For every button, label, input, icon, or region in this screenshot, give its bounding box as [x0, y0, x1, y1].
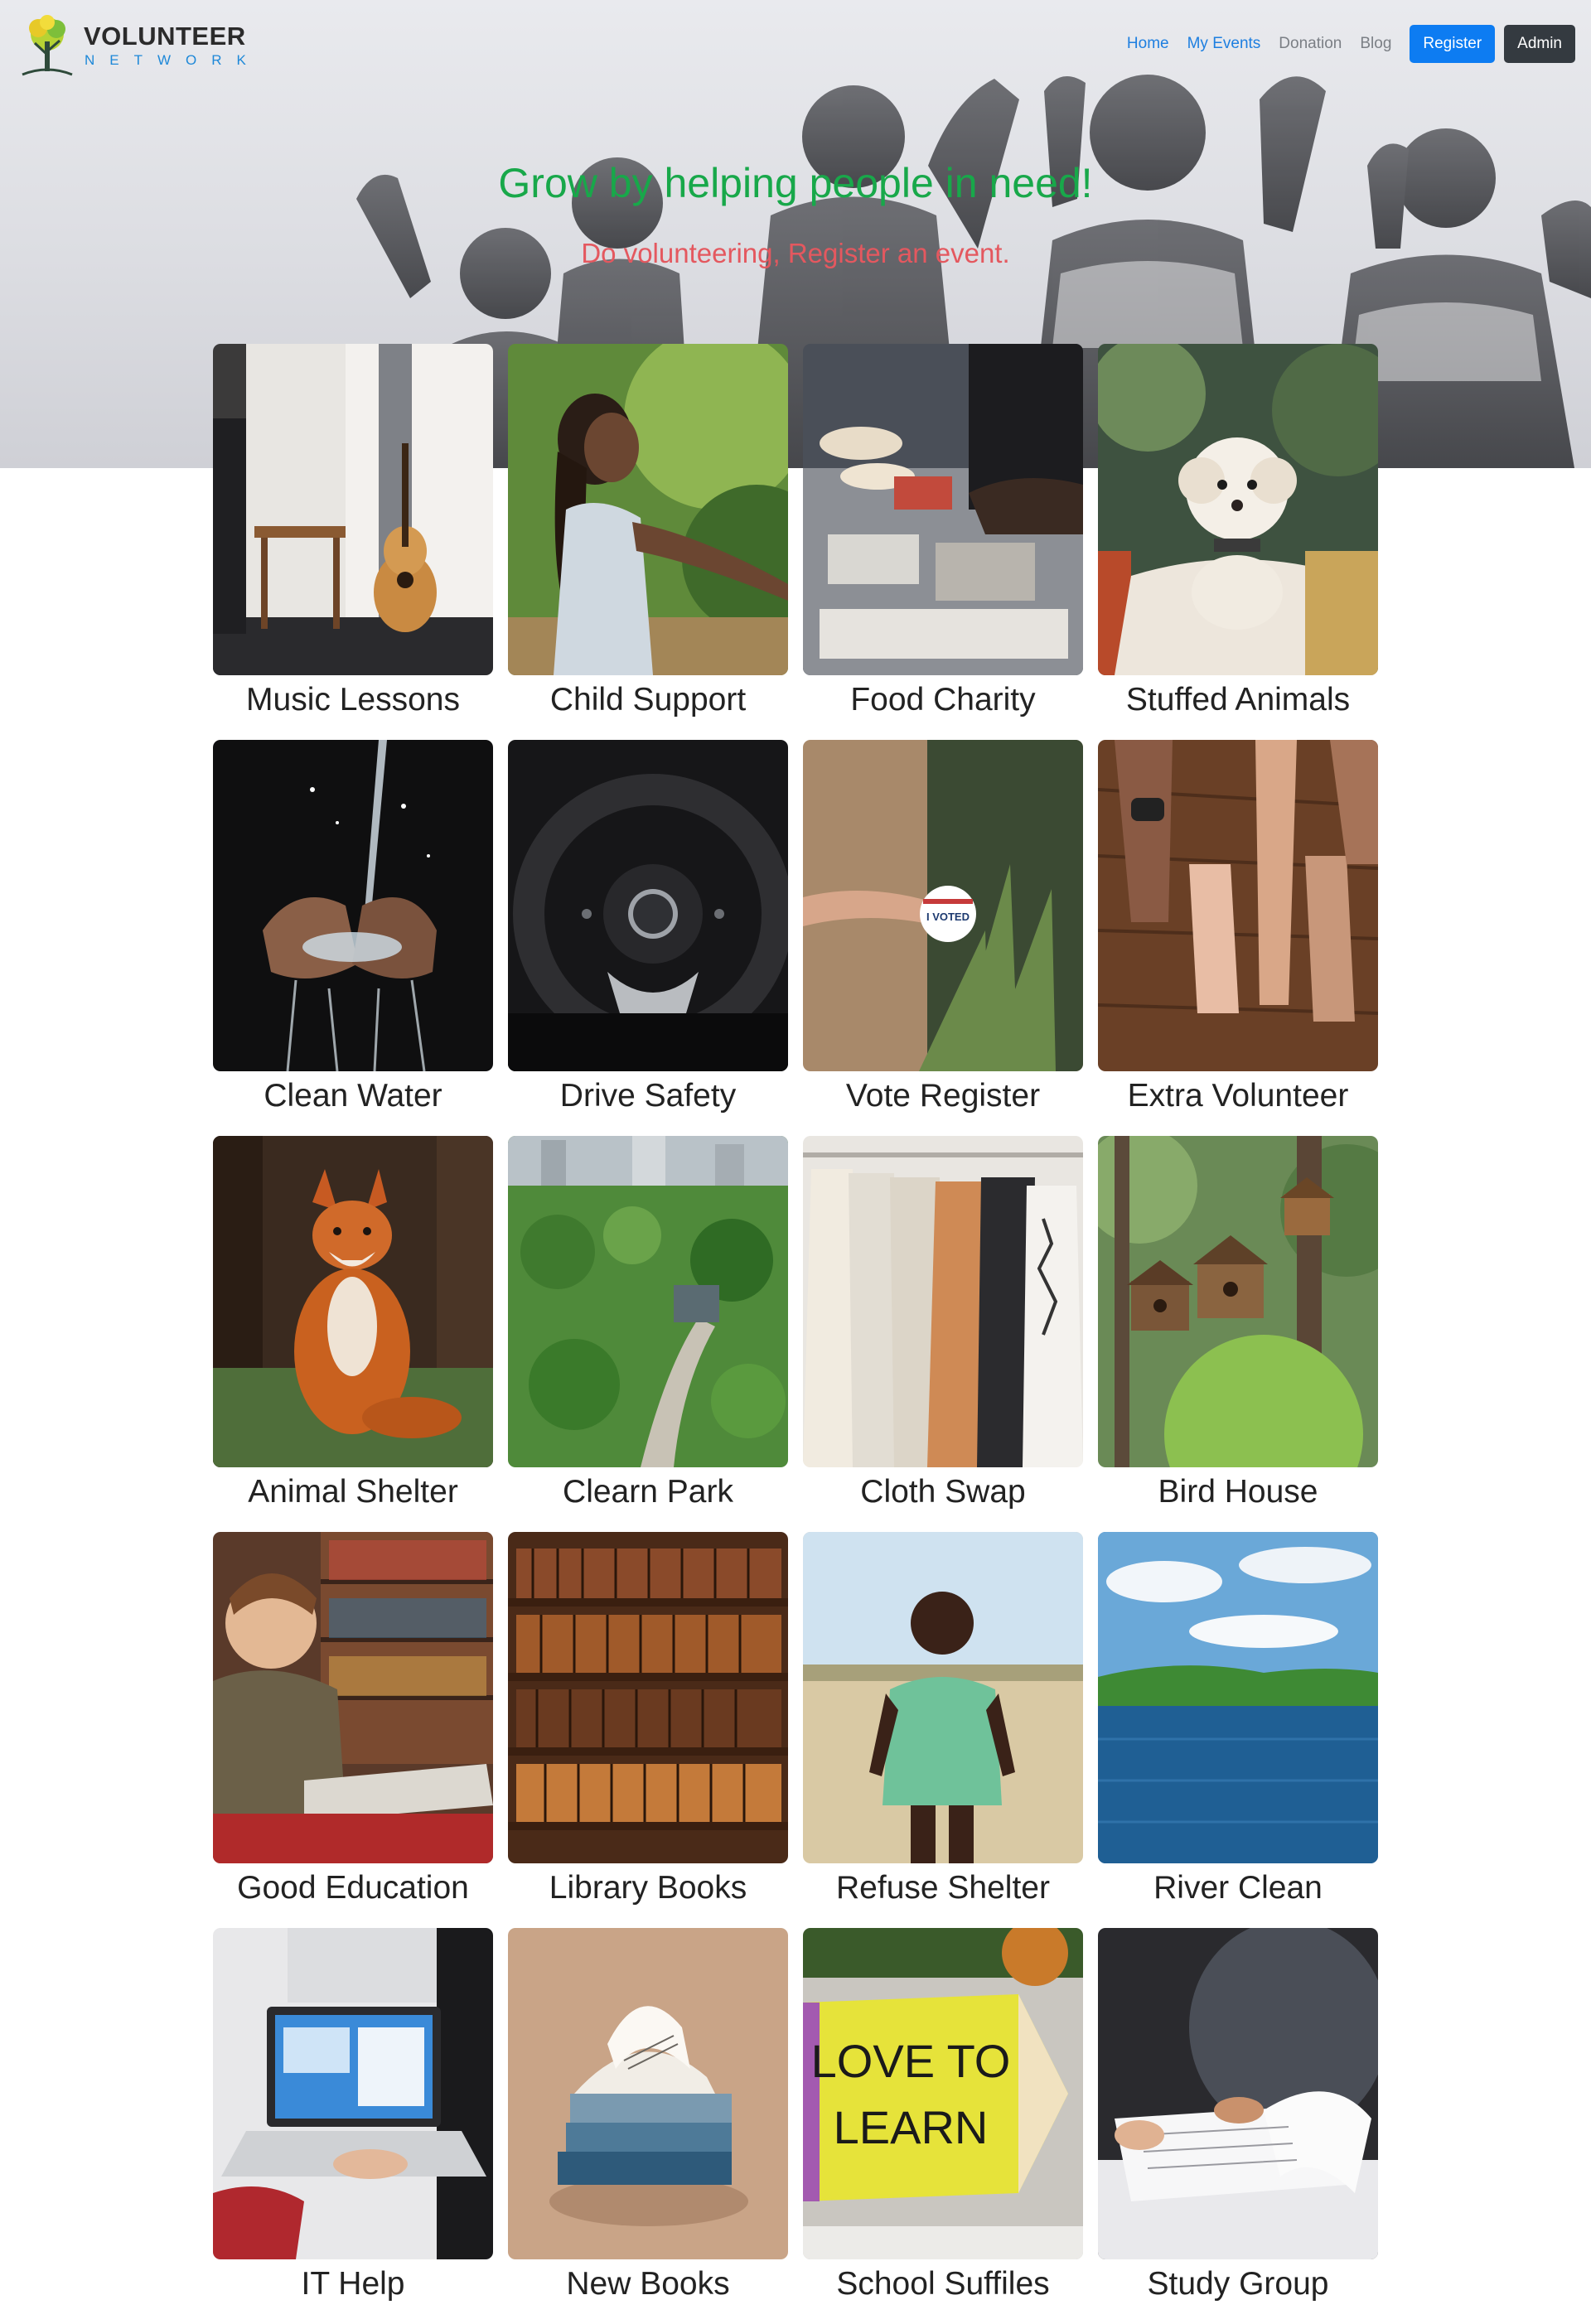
event-card[interactable]: River Clean	[1098, 1532, 1378, 1911]
event-card[interactable]: Stuffed Animals	[1098, 344, 1378, 723]
event-title: Clean Water	[264, 1078, 442, 1114]
boy-reading-image	[213, 1532, 493, 1863]
study-papers-image	[1098, 1928, 1378, 2259]
hands-on-table-image	[1098, 740, 1378, 1071]
fox-image	[213, 1136, 493, 1467]
event-title: Music Lessons	[246, 682, 460, 717]
event-title: Drive Safety	[559, 1078, 737, 1114]
svg-text:LOVE TO: LOVE TO	[811, 2035, 1011, 2087]
event-card[interactable]: Food Charity	[803, 344, 1083, 723]
event-title: Stuffed Animals	[1125, 682, 1351, 717]
event-card[interactable]: Music Lessons	[213, 344, 493, 723]
birdhouses-image	[1098, 1136, 1378, 1467]
river-image	[1098, 1532, 1378, 1863]
event-card[interactable]: Child Support	[508, 344, 788, 723]
nav-link-home[interactable]: Home	[1127, 35, 1169, 53]
hero-subtitle: Do volunteering, Register an event.	[581, 238, 1010, 268]
hero-title: Grow by helping people in need!	[498, 160, 1093, 206]
nav-link-blog[interactable]: Blog	[1360, 35, 1391, 53]
city-park-image	[508, 1136, 788, 1467]
clothes-rack-image	[803, 1136, 1083, 1467]
event-title: Good Education	[237, 1870, 469, 1906]
event-card[interactable]: IT Help	[213, 1928, 493, 2307]
svg-text:I VOTED: I VOTED	[926, 911, 970, 923]
event-title: Animal Shelter	[248, 1474, 458, 1510]
event-title: New Books	[566, 2266, 730, 2302]
guitar-room-image	[213, 344, 493, 675]
event-title: IT Help	[301, 2266, 405, 2302]
plush-dog-image	[1098, 344, 1378, 675]
boy-field-image	[803, 1532, 1083, 1863]
event-card[interactable]: Clearn Park	[508, 1136, 788, 1515]
event-card[interactable]: Bird House	[1098, 1136, 1378, 1515]
admin-button[interactable]: Admin	[1504, 25, 1575, 63]
event-card[interactable]: Extra Volunteer	[1098, 740, 1378, 1119]
event-title: Library Books	[549, 1870, 747, 1906]
event-card[interactable]: Good Education	[213, 1532, 493, 1911]
event-title: School Suffiles	[836, 2266, 1050, 2302]
event-grid: Music Lessons Child Support Food Charity…	[213, 344, 1380, 2307]
event-title: Refuse Shelter	[836, 1870, 1050, 1906]
svg-text:LEARN: LEARN	[834, 2101, 989, 2153]
event-title: Extra Volunteer	[1127, 1078, 1349, 1114]
love-to-learn-pencil-image: LOVE TO LEARN	[803, 1928, 1083, 2259]
smiling-girl-image	[508, 344, 788, 675]
event-title: Study Group	[1147, 2266, 1329, 2302]
brand-logo[interactable]: VOLUNTEER NETWORK	[18, 13, 246, 80]
nav-menu: Home My Events Donation Blog Register Ad…	[1127, 25, 1575, 63]
event-card[interactable]: Library Books	[508, 1532, 788, 1911]
navbar: VOLUNTEER NETWORK Home My Events Donatio…	[0, 0, 1591, 83]
book-stack-image	[508, 1928, 788, 2259]
event-title: Clearn Park	[563, 1474, 733, 1510]
register-button[interactable]: Register	[1410, 25, 1496, 63]
event-card[interactable]: Drive Safety	[508, 740, 788, 1119]
event-title: Child Support	[549, 682, 747, 717]
brand-tagline: NETWORK	[85, 52, 261, 68]
event-title: Food Charity	[850, 682, 1036, 717]
event-title: Vote Register	[845, 1078, 1041, 1114]
event-card[interactable]: Animal Shelter	[213, 1136, 493, 1515]
event-card[interactable]: LOVE TO LEARN School Suffiles	[803, 1928, 1083, 2307]
event-card[interactable]: New Books	[508, 1928, 788, 2307]
event-title: Cloth Swap	[860, 1474, 1026, 1510]
event-card[interactable]: Study Group	[1098, 1928, 1378, 2307]
event-title: Bird House	[1158, 1474, 1318, 1510]
food-table-image	[803, 344, 1083, 675]
water-hands-image	[213, 740, 493, 1071]
nav-link-my-events[interactable]: My Events	[1187, 35, 1261, 53]
tree-logo-icon	[22, 15, 73, 76]
steering-wheel-image	[508, 740, 788, 1071]
laptop-image	[213, 1928, 493, 2259]
i-voted-sticker-image: I VOTED	[803, 740, 1083, 1071]
event-card[interactable]: Clean Water	[213, 740, 493, 1119]
event-card[interactable]: I VOTED Vote Register	[803, 740, 1083, 1119]
bookshelves-image	[508, 1532, 788, 1863]
nav-link-donation[interactable]: Donation	[1279, 35, 1342, 53]
event-card[interactable]: Refuse Shelter	[803, 1532, 1083, 1911]
event-card[interactable]: Cloth Swap	[803, 1136, 1083, 1515]
brand-name: VOLUNTEER	[84, 22, 246, 51]
event-title: River Clean	[1153, 1870, 1323, 1906]
